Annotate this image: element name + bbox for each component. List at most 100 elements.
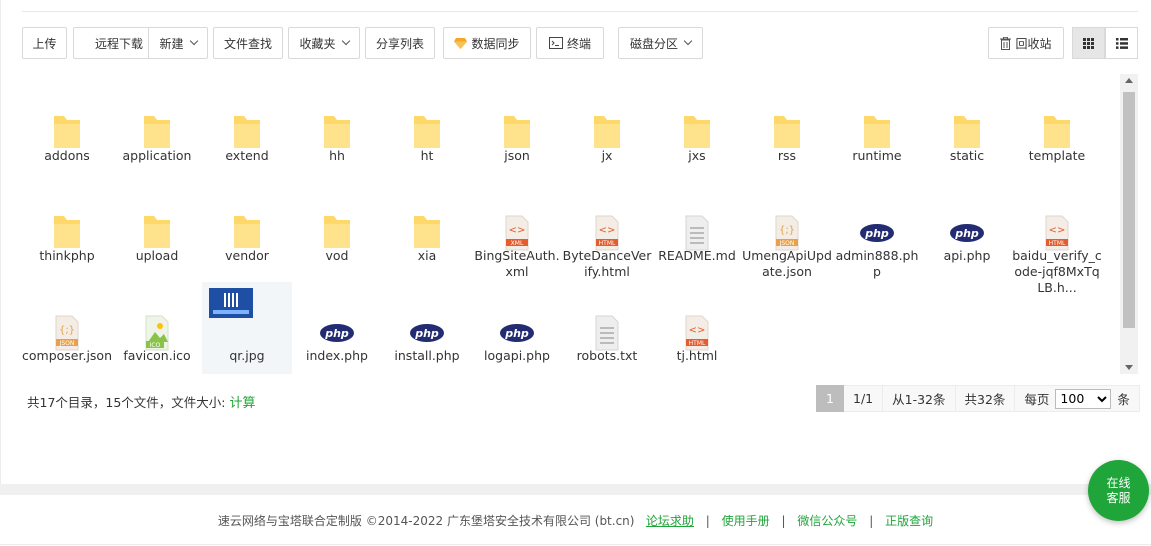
svg-text:php: php [414, 327, 439, 340]
scroll-down-arrow[interactable] [1125, 365, 1133, 370]
folder-icon [54, 216, 80, 248]
image-thumbnail [209, 288, 253, 318]
file-name: index.php [306, 348, 368, 363]
svg-text:HTML: HTML [1049, 240, 1066, 247]
grid-view-button[interactable] [1072, 27, 1105, 59]
file-item[interactable]: jx [562, 82, 652, 182]
php-file-icon: php [410, 324, 444, 342]
file-item[interactable]: template [1012, 82, 1102, 182]
file-item[interactable]: {;} JSON UmengApiUpdate.json [742, 182, 832, 282]
file-item[interactable]: qr.jpg [202, 282, 292, 374]
list-icon [1115, 37, 1128, 49]
forum-help-link[interactable]: 论坛求助 [646, 514, 694, 528]
file-item[interactable]: <> HTML baidu_verify_code-jqf8MxTqLB.h... [1012, 182, 1102, 295]
disk-partition-dropdown-button[interactable]: 磁盘分区 [618, 27, 703, 59]
file-item[interactable]: php install.php [382, 282, 472, 374]
share-list-button[interactable]: 分享列表 [365, 27, 435, 59]
scrollbar-thumb[interactable] [1123, 92, 1135, 328]
svg-text:<>: <> [599, 225, 616, 236]
recycle-bin-button[interactable]: 回收站 [988, 27, 1064, 59]
folder-icon [414, 116, 440, 148]
file-item[interactable]: application [112, 82, 202, 182]
footer-separator: | [869, 514, 874, 528]
current-page-button[interactable]: 1 [816, 385, 844, 412]
new-dropdown-button[interactable]: 新建 [148, 27, 208, 59]
per-page-label: 每页 [1024, 392, 1050, 407]
folder-icon [504, 116, 530, 148]
file-item[interactable]: php logapi.php [472, 282, 562, 374]
pagination: 1 1/1 从1-32条 共32条 每页 100 条 [816, 385, 1140, 412]
file-item[interactable]: json [472, 82, 562, 182]
file-name: api.php [943, 248, 991, 263]
svg-text:<>: <> [1049, 225, 1066, 236]
folder-icon [144, 116, 170, 148]
data-sync-label: 数据同步 [471, 36, 520, 51]
file-item[interactable]: vod [292, 182, 382, 282]
file-item[interactable]: {;} JSON composer.json [22, 282, 112, 374]
file-item[interactable]: <> XML BingSiteAuth.xml [472, 182, 562, 282]
favorites-dropdown-button[interactable]: 收藏夹 [288, 27, 360, 59]
calculate-size-link[interactable]: 计算 [230, 396, 256, 411]
file-item[interactable]: README.md [652, 182, 742, 282]
total-count: 共32条 [955, 385, 1016, 412]
list-view-button[interactable] [1105, 27, 1138, 59]
scroll-up-arrow[interactable] [1125, 78, 1133, 83]
file-item[interactable]: robots.txt [562, 282, 652, 374]
file-item[interactable]: ICO favicon.ico [112, 282, 202, 374]
wechat-account-link[interactable]: 微信公众号 [797, 514, 857, 528]
svg-text:HTML: HTML [599, 240, 616, 247]
grid-icon [1083, 37, 1094, 49]
file-item[interactable]: jxs [652, 82, 742, 182]
file-item[interactable]: runtime [832, 82, 922, 182]
file-item[interactable]: php admin888.php [832, 182, 922, 282]
file-item[interactable]: php index.php [292, 282, 382, 374]
online-service-line2: 客服 [1106, 490, 1131, 505]
file-item[interactable]: <> HTML ByteDanceVerify.html [562, 182, 652, 282]
recycle-bin-label: 回收站 [1015, 36, 1052, 51]
file-name: install.php [394, 348, 460, 363]
svg-text:{;}: {;} [59, 325, 75, 336]
file-item[interactable]: hh [292, 82, 382, 182]
scrollbar[interactable] [1120, 74, 1138, 374]
terminal-label: 终端 [566, 36, 591, 51]
file-item[interactable]: addons [22, 82, 112, 182]
file-name: static [949, 148, 985, 163]
file-name: json [504, 148, 530, 163]
per-page-control: 每页 100 条 [1015, 385, 1140, 412]
per-page-select[interactable]: 100 [1055, 388, 1112, 409]
file-name: robots.txt [576, 348, 638, 363]
file-name: jxs [688, 148, 706, 163]
file-search-button[interactable]: 文件查找 [213, 27, 283, 59]
svg-text:<>: <> [509, 225, 526, 236]
file-item[interactable]: ht [382, 82, 472, 182]
footer: 速云网络与宝塔联合定制版 ©2014-2022 广东堡塔安全技术有限公司 (bt… [0, 512, 1151, 529]
user-manual-link[interactable]: 使用手册 [722, 514, 770, 528]
footer-separator: | [781, 514, 786, 528]
diamond-icon [454, 37, 468, 49]
per-page-unit: 条 [1117, 392, 1130, 407]
file-item[interactable]: php api.php [922, 182, 1012, 282]
file-name: tj.html [676, 348, 718, 363]
file-item[interactable]: vendor [202, 182, 292, 282]
file-item[interactable]: static [922, 82, 1012, 182]
chevron-down-icon [189, 36, 198, 46]
json-file-icon: {;} JSON [775, 215, 799, 251]
terminal-button[interactable]: 终端 [536, 27, 604, 59]
favorites-label: 收藏夹 [299, 36, 336, 51]
file-name: UmengApiUpdate.json [742, 248, 832, 279]
upload-button[interactable]: 上传 [22, 27, 67, 59]
data-sync-button[interactable]: 数据同步 [443, 27, 531, 59]
genuine-check-link[interactable]: 正版查询 [885, 514, 933, 528]
file-item[interactable]: extend [202, 82, 292, 182]
svg-text:php: php [324, 327, 349, 340]
file-item[interactable]: rss [742, 82, 832, 182]
online-service-button[interactable]: 在线 客服 [1088, 460, 1149, 521]
file-item[interactable]: xia [382, 182, 472, 282]
folder-icon [234, 216, 260, 248]
chevron-down-icon [683, 36, 693, 46]
file-item[interactable]: upload [112, 182, 202, 282]
file-item[interactable]: <> HTML tj.html [652, 282, 742, 374]
folder-icon [234, 116, 260, 148]
file-name: ByteDanceVerify.html [562, 248, 652, 279]
file-item[interactable]: thinkphp [22, 182, 112, 282]
